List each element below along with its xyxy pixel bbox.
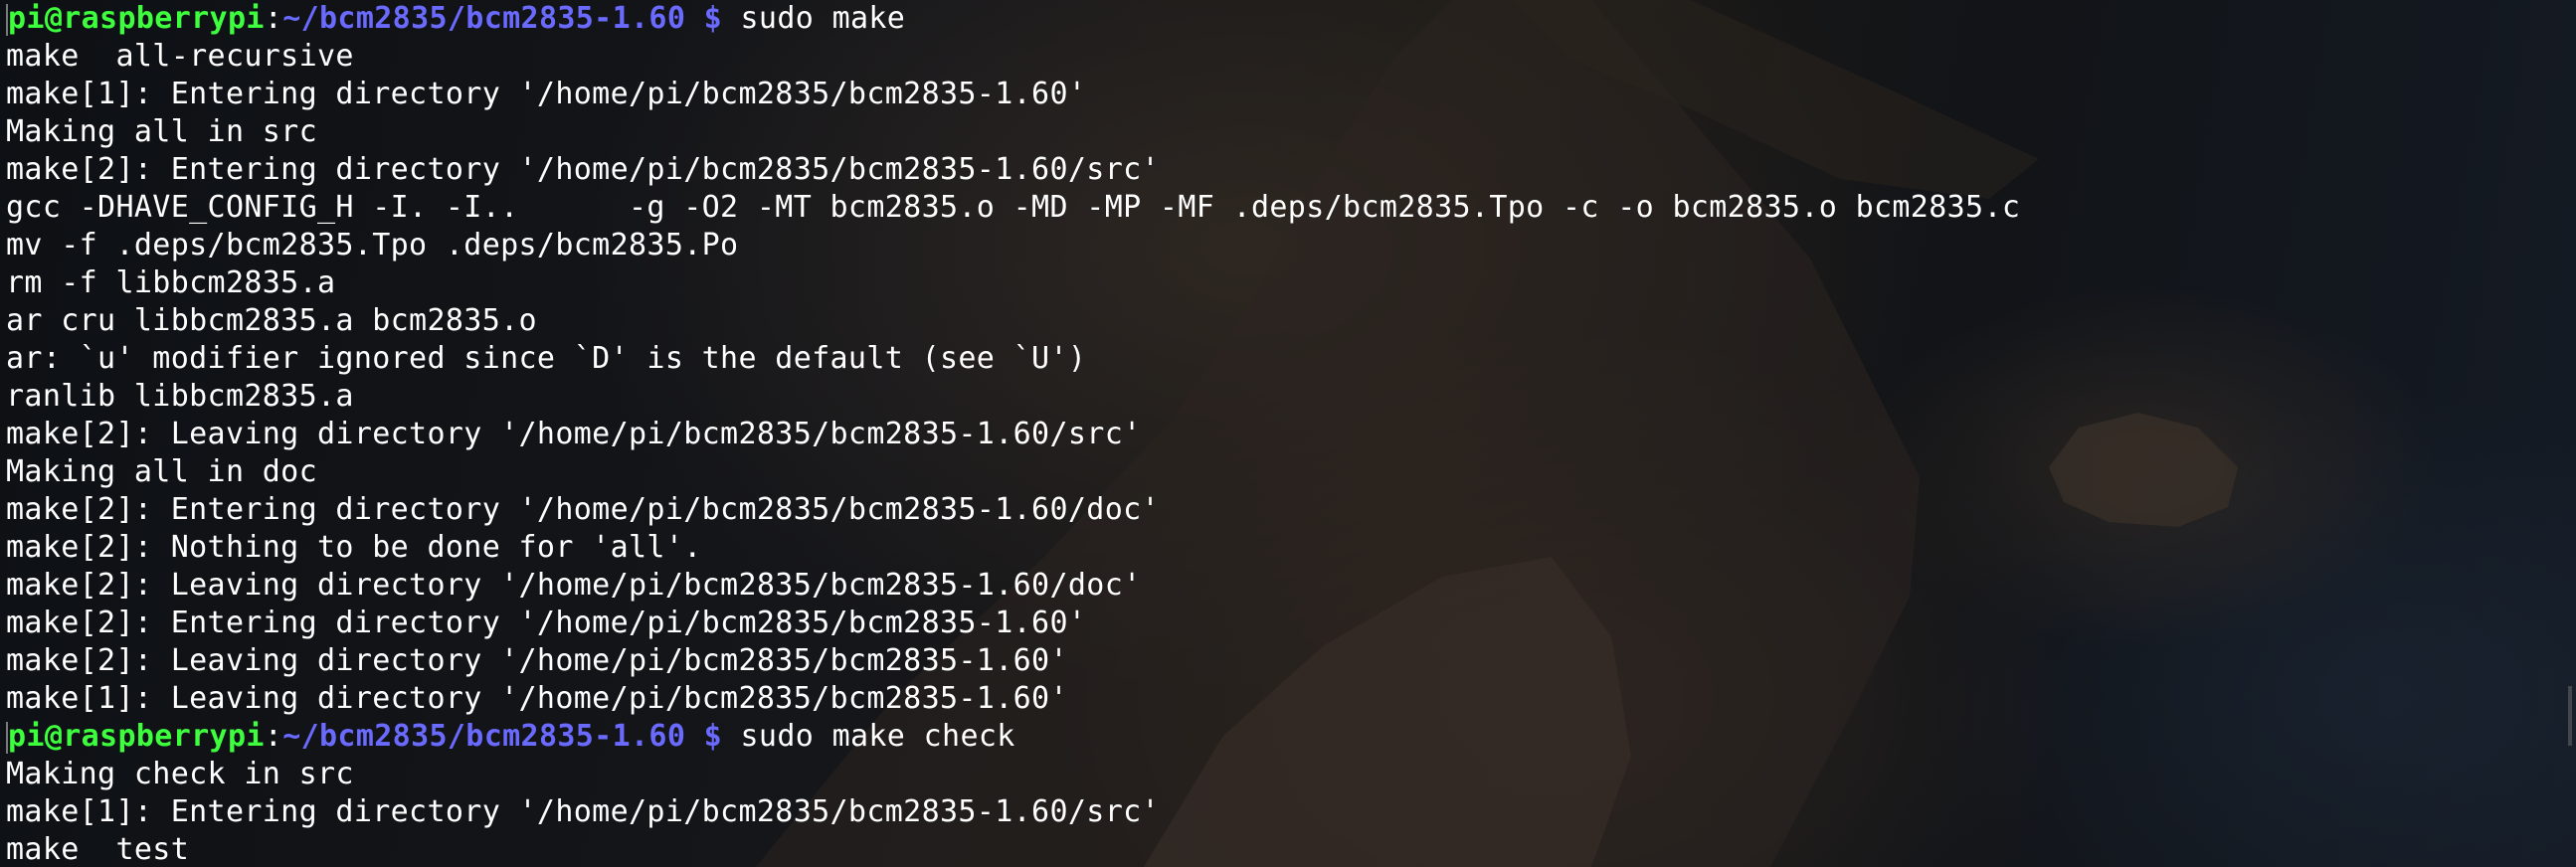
prompt-user-host: pi@raspberrypi (8, 1, 265, 36)
output-line: make test (6, 832, 190, 867)
output-line: ranlib libbcm2835.a (6, 379, 354, 414)
output-line: make[2]: Leaving directory '/home/pi/bcm… (6, 417, 1142, 451)
output-line: make[1]: Entering directory '/home/pi/bc… (6, 794, 1160, 829)
prompt-line: pi@raspberrypi:~/bcm2835/bcm2835-1.60 $ … (6, 718, 2020, 756)
output-line: make[1]: Leaving directory '/home/pi/bcm… (6, 681, 1068, 716)
prompt-line: pi@raspberrypi:~/bcm2835/bcm2835-1.60 $ … (6, 0, 2020, 38)
output-line: make[2]: Entering directory '/home/pi/bc… (6, 492, 1160, 527)
output-line: make[2]: Leaving directory '/home/pi/bcm… (6, 568, 1142, 603)
output-line: make all-recursive (6, 39, 354, 74)
prompt-symbol: $ (703, 719, 723, 754)
prompt-path: ~/bcm2835/bcm2835-1.60 (282, 1, 686, 36)
terminal-window[interactable]: pi@raspberrypi:~/bcm2835/bcm2835-1.60 $ … (0, 0, 2576, 867)
output-line: ar cru libbcm2835.a bcm2835.o (6, 303, 537, 338)
output-line: mv -f .deps/bcm2835.Tpo .deps/bcm2835.Po (6, 228, 739, 262)
output-line: gcc -DHAVE_CONFIG_H -I. -I.. -g -O2 -MT … (6, 190, 2021, 225)
prompt-separator: : (264, 1, 283, 36)
output-line: make[2]: Entering directory '/home/pi/bc… (6, 606, 1087, 640)
output-line: make[2]: Entering directory '/home/pi/bc… (6, 152, 1160, 187)
command-text: sudo make check (740, 719, 1015, 754)
output-line: make[2]: Nothing to be done for 'all'. (6, 530, 702, 565)
command-text: sudo make (740, 1, 906, 36)
output-line: Making check in src (6, 757, 354, 791)
output-line: Making all in src (6, 114, 317, 149)
terminal-output: pi@raspberrypi:~/bcm2835/bcm2835-1.60 $ … (6, 0, 2020, 867)
output-line: make[2]: Leaving directory '/home/pi/bcm… (6, 643, 1068, 678)
prompt-symbol: $ (703, 1, 723, 36)
prompt-path: ~/bcm2835/bcm2835-1.60 (282, 719, 686, 754)
prompt-separator: : (264, 719, 283, 754)
output-line: rm -f libbcm2835.a (6, 265, 336, 300)
output-line: Making all in doc (6, 454, 317, 489)
output-line: ar: `u' modifier ignored since `D' is th… (6, 341, 1087, 376)
output-line: make[1]: Entering directory '/home/pi/bc… (6, 77, 1087, 111)
scrollbar-indicator[interactable] (2568, 686, 2572, 746)
prompt-user-host: pi@raspberrypi (8, 719, 265, 754)
